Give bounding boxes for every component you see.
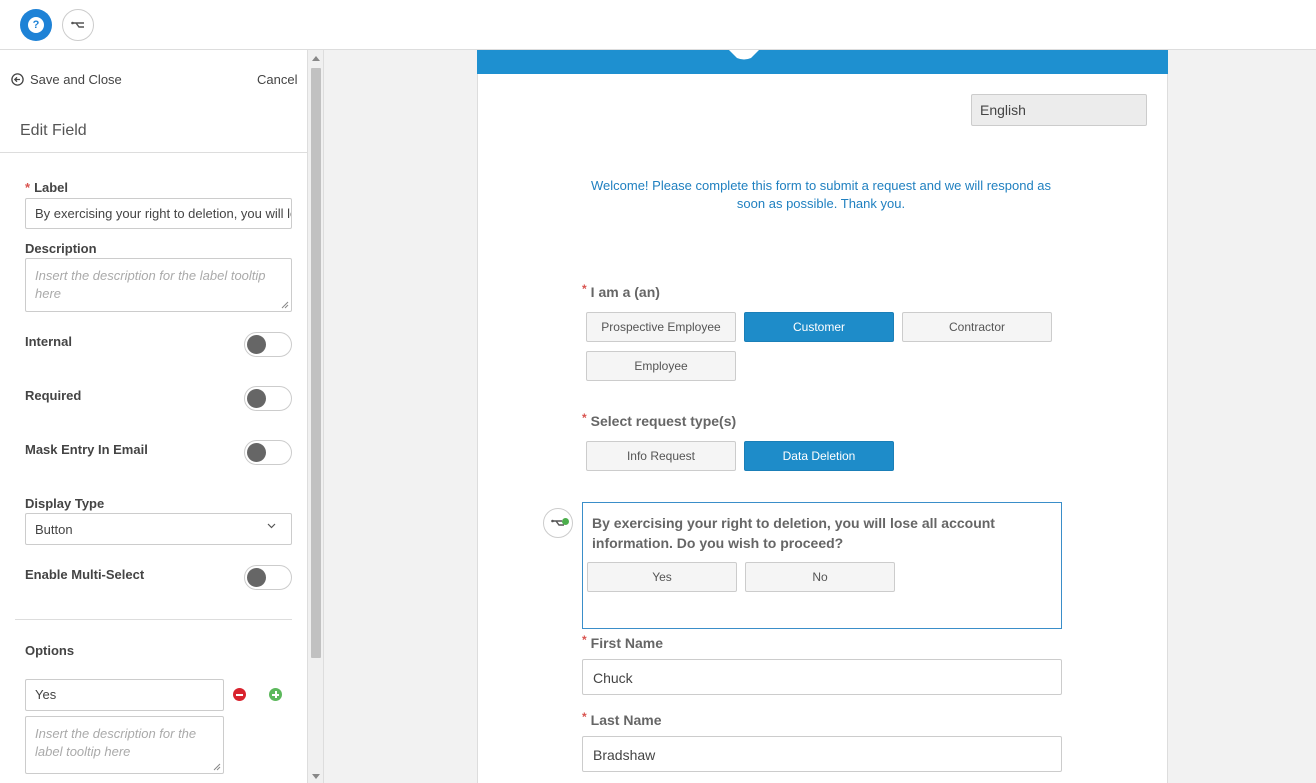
option-description-textarea[interactable]: Insert the description for the label too… (25, 716, 224, 774)
active-status-dot (562, 518, 569, 525)
save-and-close-button[interactable]: Save and Close (11, 72, 122, 87)
resize-grip-icon (213, 763, 221, 771)
required-asterisk: * (25, 180, 31, 195)
confirm-option-no[interactable]: No (745, 562, 895, 592)
last-name-label: * Last Name (582, 710, 662, 728)
edit-field-panel: Save and Close Cancel Edit Field * Label … (0, 50, 308, 783)
description-placeholder: Insert the description for the label too… (35, 268, 266, 301)
option-value-input[interactable]: Yes (25, 679, 224, 711)
required-asterisk: * (582, 411, 587, 425)
label-field-label: * Label (25, 180, 69, 195)
scroll-up-arrow-icon[interactable] (312, 56, 320, 61)
mask-entry-toggle[interactable] (244, 440, 292, 465)
confirm-option-yes[interactable]: Yes (587, 562, 737, 592)
save-and-close-label: Save and Close (30, 72, 122, 87)
role-option-contractor[interactable]: Contractor (902, 312, 1052, 342)
first-name-label: * First Name (582, 633, 664, 651)
resize-grip-icon (281, 301, 289, 309)
multi-select-toggle[interactable] (244, 565, 292, 590)
scroll-thumb[interactable] (311, 68, 321, 658)
branch-logic-indicator[interactable] (543, 508, 573, 538)
cancel-button[interactable]: Cancel (257, 72, 297, 87)
request-option-data-deletion[interactable]: Data Deletion (744, 441, 894, 471)
display-type-label: Display Type (25, 496, 105, 511)
role-option-prospective-employee[interactable]: Prospective Employee (586, 312, 736, 342)
required-asterisk: * (582, 633, 587, 647)
required-toggle[interactable] (244, 386, 292, 411)
request-type-question-label: * Select request type(s) (582, 411, 737, 429)
help-button[interactable]: ? (20, 9, 52, 41)
request-option-info-request[interactable]: Info Request (586, 441, 736, 471)
panel-title: Edit Field (20, 122, 87, 139)
mask-entry-toggle-label: Mask Entry In Email (25, 442, 148, 457)
add-option-icon[interactable] (269, 688, 282, 701)
first-name-input[interactable]: Chuck (582, 659, 1062, 695)
required-asterisk: * (582, 710, 587, 724)
description-textarea[interactable]: Insert the description for the label too… (25, 258, 292, 312)
deletion-confirm-question-label: By exercising your right to deletion, yo… (592, 515, 995, 551)
branch-icon (71, 21, 84, 28)
options-divider (15, 619, 292, 620)
label-input[interactable]: By exercising your right to deletion, yo… (25, 198, 292, 229)
internal-toggle-label: Internal (25, 334, 72, 349)
role-question-label: * I am a (an) (582, 282, 660, 300)
header-notch (729, 50, 759, 60)
branch-logic-button[interactable] (62, 9, 94, 41)
chevron-down-icon (267, 523, 276, 529)
remove-option-icon[interactable] (233, 688, 246, 701)
option-description-placeholder: Insert the description for the label too… (35, 726, 197, 759)
last-name-input[interactable]: Bradshaw (582, 736, 1062, 772)
multi-select-toggle-label: Enable Multi-Select (25, 567, 145, 582)
back-arrow-circle-icon (11, 73, 24, 86)
top-toolbar: ? (0, 0, 1316, 50)
panel-scrollbar[interactable] (308, 50, 324, 783)
options-label: Options (25, 643, 75, 658)
form-header-bar (477, 50, 1168, 74)
role-option-customer[interactable]: Customer (744, 312, 894, 342)
display-type-select[interactable]: Button (25, 513, 292, 545)
internal-toggle[interactable] (244, 332, 292, 357)
description-field-label: Description (25, 241, 97, 256)
display-type-value: Button (35, 522, 73, 537)
role-option-employee[interactable]: Employee (586, 351, 736, 381)
welcome-message: Welcome! Please complete this form to su… (590, 178, 1052, 211)
required-toggle-label: Required (25, 388, 82, 403)
title-divider (0, 152, 307, 153)
question-circle-icon: ? (28, 17, 44, 33)
required-asterisk: * (582, 282, 587, 296)
scroll-down-arrow-icon[interactable] (312, 774, 320, 779)
language-select[interactable]: English (971, 94, 1147, 126)
